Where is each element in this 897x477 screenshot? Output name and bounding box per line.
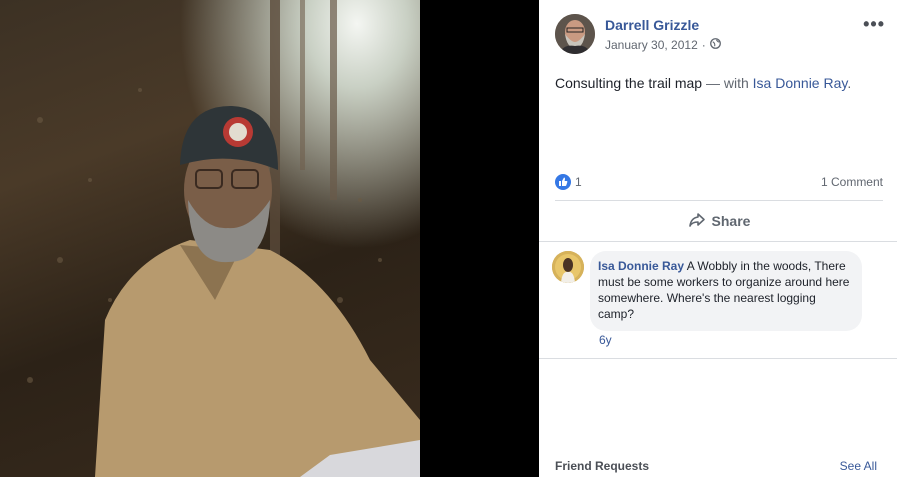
- friend-requests-heading: Friend Requests: [555, 459, 650, 473]
- share-label: Share: [711, 213, 751, 229]
- post-header: Darrell Grizzle January 30, 2012 · •••: [555, 14, 885, 58]
- share-icon: [688, 212, 706, 231]
- meta-separator: ·: [701, 38, 706, 52]
- reactions-bar: 1 1 Comment: [555, 174, 883, 190]
- more-icon[interactable]: •••: [863, 14, 885, 35]
- post-meta: January 30, 2012 ·: [605, 38, 721, 52]
- see-all-link[interactable]: See All: [840, 459, 877, 473]
- with-label: — with: [705, 75, 749, 91]
- share-button[interactable]: Share: [555, 206, 883, 236]
- post-date[interactable]: January 30, 2012: [605, 38, 698, 52]
- like-icon[interactable]: [555, 174, 571, 190]
- comment-author[interactable]: Isa Donnie Ray: [598, 259, 684, 273]
- photo-viewer: [0, 0, 539, 477]
- photo-art: [27, 0, 420, 477]
- like-count[interactable]: 1: [575, 175, 582, 189]
- divider: [555, 200, 883, 201]
- post-caption: Consulting the trail map: [555, 75, 703, 91]
- tag-period: .: [847, 75, 852, 91]
- commenter-avatar[interactable]: [552, 251, 584, 283]
- divider: [539, 241, 897, 242]
- author-avatar[interactable]: [555, 14, 595, 54]
- comment-count[interactable]: 1 Comment: [821, 175, 883, 189]
- post-text: Consulting the trail map — with Isa Donn…: [555, 75, 851, 91]
- tagged-person[interactable]: Isa Donnie Ray: [753, 75, 848, 91]
- divider: [539, 358, 897, 359]
- comment-timestamp[interactable]: 6y: [599, 333, 612, 347]
- comment-bubble: Isa Donnie Ray A Wobbly in the woods, Th…: [590, 251, 862, 331]
- post-photo[interactable]: [0, 0, 420, 477]
- author-name[interactable]: Darrell Grizzle: [605, 17, 699, 33]
- globe-icon: [709, 38, 721, 52]
- post-sidebar: Darrell Grizzle January 30, 2012 · ••• C…: [539, 0, 897, 477]
